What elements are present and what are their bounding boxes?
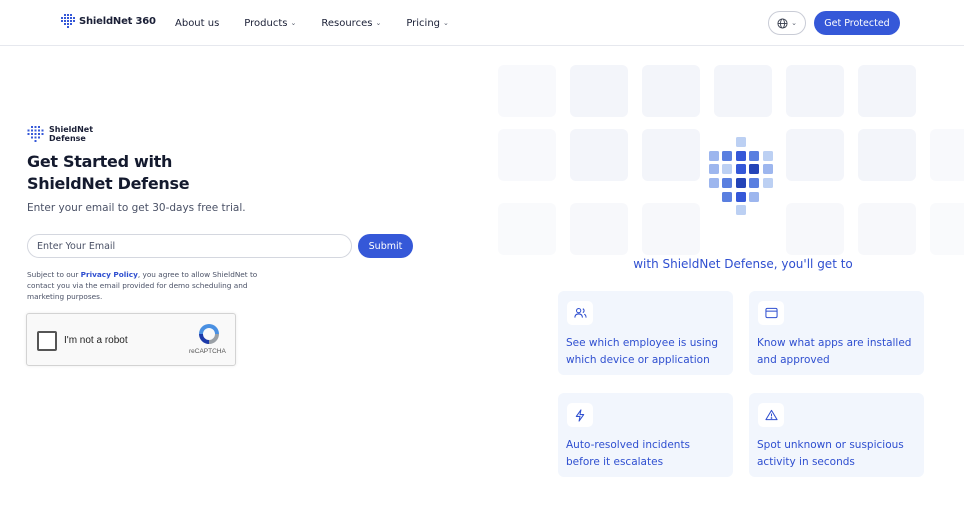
chevron-down-icon: ⌄ [375, 19, 382, 27]
bg-tile [570, 203, 628, 255]
warning-triangle-icon [764, 409, 778, 421]
browser-window-icon [764, 307, 778, 319]
legal-notice: Subject to our Privacy Policy, you agree… [27, 269, 272, 302]
recaptcha-checkbox[interactable] [37, 331, 57, 351]
bg-tile [786, 129, 844, 181]
bg-tile [858, 129, 916, 181]
benefit-text: Auto-resolved incidents before it escala… [566, 439, 691, 468]
users-icon [573, 308, 587, 318]
bg-tile [786, 203, 844, 255]
recaptcha-brand: reCAPTCHA [189, 348, 226, 355]
site-header: ShieldNet 360 About us Products ⌄ Resour… [0, 0, 964, 46]
page-subtitle: Enter your email to get 30-days free tri… [27, 202, 246, 214]
title-line2: ShieldNet Defense [27, 174, 190, 193]
bg-tile [498, 65, 556, 117]
recaptcha-label: I'm not a robot [64, 335, 128, 346]
submit-button[interactable]: Submit [358, 234, 413, 258]
bg-tile [642, 65, 700, 117]
benefit-card: Know what apps are installed and approve… [749, 291, 924, 375]
benefit-card: Spot unknown or suspicious activity in s… [749, 393, 924, 477]
benefit-card: Auto-resolved incidents before it escala… [558, 393, 733, 477]
bg-tile [642, 203, 700, 255]
product-brand-line1: ShieldNet [49, 125, 94, 134]
lightning-icon [575, 408, 585, 422]
benefit-card: See which employee is using which device… [558, 291, 733, 375]
bg-tile [498, 129, 556, 181]
recaptcha-logo-icon [199, 324, 219, 344]
benefit-text: See which employee is using which device… [566, 337, 719, 366]
bg-tile [858, 203, 916, 255]
nav-label: Resources [321, 17, 373, 29]
title-line1: Get Started with [27, 152, 173, 171]
main-nav: About us Products ⌄ Resources ⌄ Pricing … [175, 0, 449, 46]
bg-tile [786, 65, 844, 117]
recaptcha-widget: I'm not a robot reCAPTCHA [26, 313, 236, 366]
bg-tile [570, 65, 628, 117]
nav-label: About us [175, 17, 220, 29]
product-logo: ShieldNet Defense [27, 125, 93, 143]
bg-tile [858, 65, 916, 117]
bg-tile [930, 203, 964, 255]
legal-prefix: Subject to our [27, 270, 81, 279]
bg-tile [570, 129, 628, 181]
bg-tile [498, 203, 556, 255]
get-protected-button[interactable]: Get Protected [814, 11, 900, 35]
nav-label: Products [244, 17, 288, 29]
benefits-title: with ShieldNet Defense, you'll get to [633, 257, 853, 271]
benefit-text: Spot unknown or suspicious activity in s… [757, 439, 904, 468]
nav-about-us[interactable]: About us [175, 18, 219, 29]
shieldnet-defense-mark-icon [709, 137, 773, 215]
email-input[interactable] [27, 234, 352, 258]
language-selector[interactable]: ⌄ [768, 11, 806, 35]
product-brand-line2: Defense [49, 134, 86, 143]
bg-tile [642, 129, 700, 181]
bg-tile [714, 65, 772, 117]
page-title: Get Started with ShieldNet Defense [27, 151, 190, 195]
nav-pricing[interactable]: Pricing ⌄ [406, 18, 449, 29]
globe-icon [777, 17, 788, 29]
privacy-policy-link[interactable]: Privacy Policy [81, 270, 138, 279]
brand-logo[interactable]: ShieldNet 360 [61, 14, 156, 28]
shieldnet-logo-icon [61, 14, 75, 28]
nav-resources[interactable]: Resources ⌄ [321, 18, 381, 29]
shieldnet-defense-logo-icon [27, 125, 44, 142]
benefit-text: Know what apps are installed and approve… [757, 337, 912, 366]
chevron-down-icon: ⌄ [791, 20, 797, 27]
chevron-down-icon: ⌄ [290, 19, 297, 27]
nav-label: Pricing [406, 17, 441, 29]
bg-tile [930, 129, 964, 181]
nav-products[interactable]: Products ⌄ [244, 18, 296, 29]
brand-name: ShieldNet 360 [79, 15, 156, 27]
chevron-down-icon: ⌄ [443, 19, 449, 27]
